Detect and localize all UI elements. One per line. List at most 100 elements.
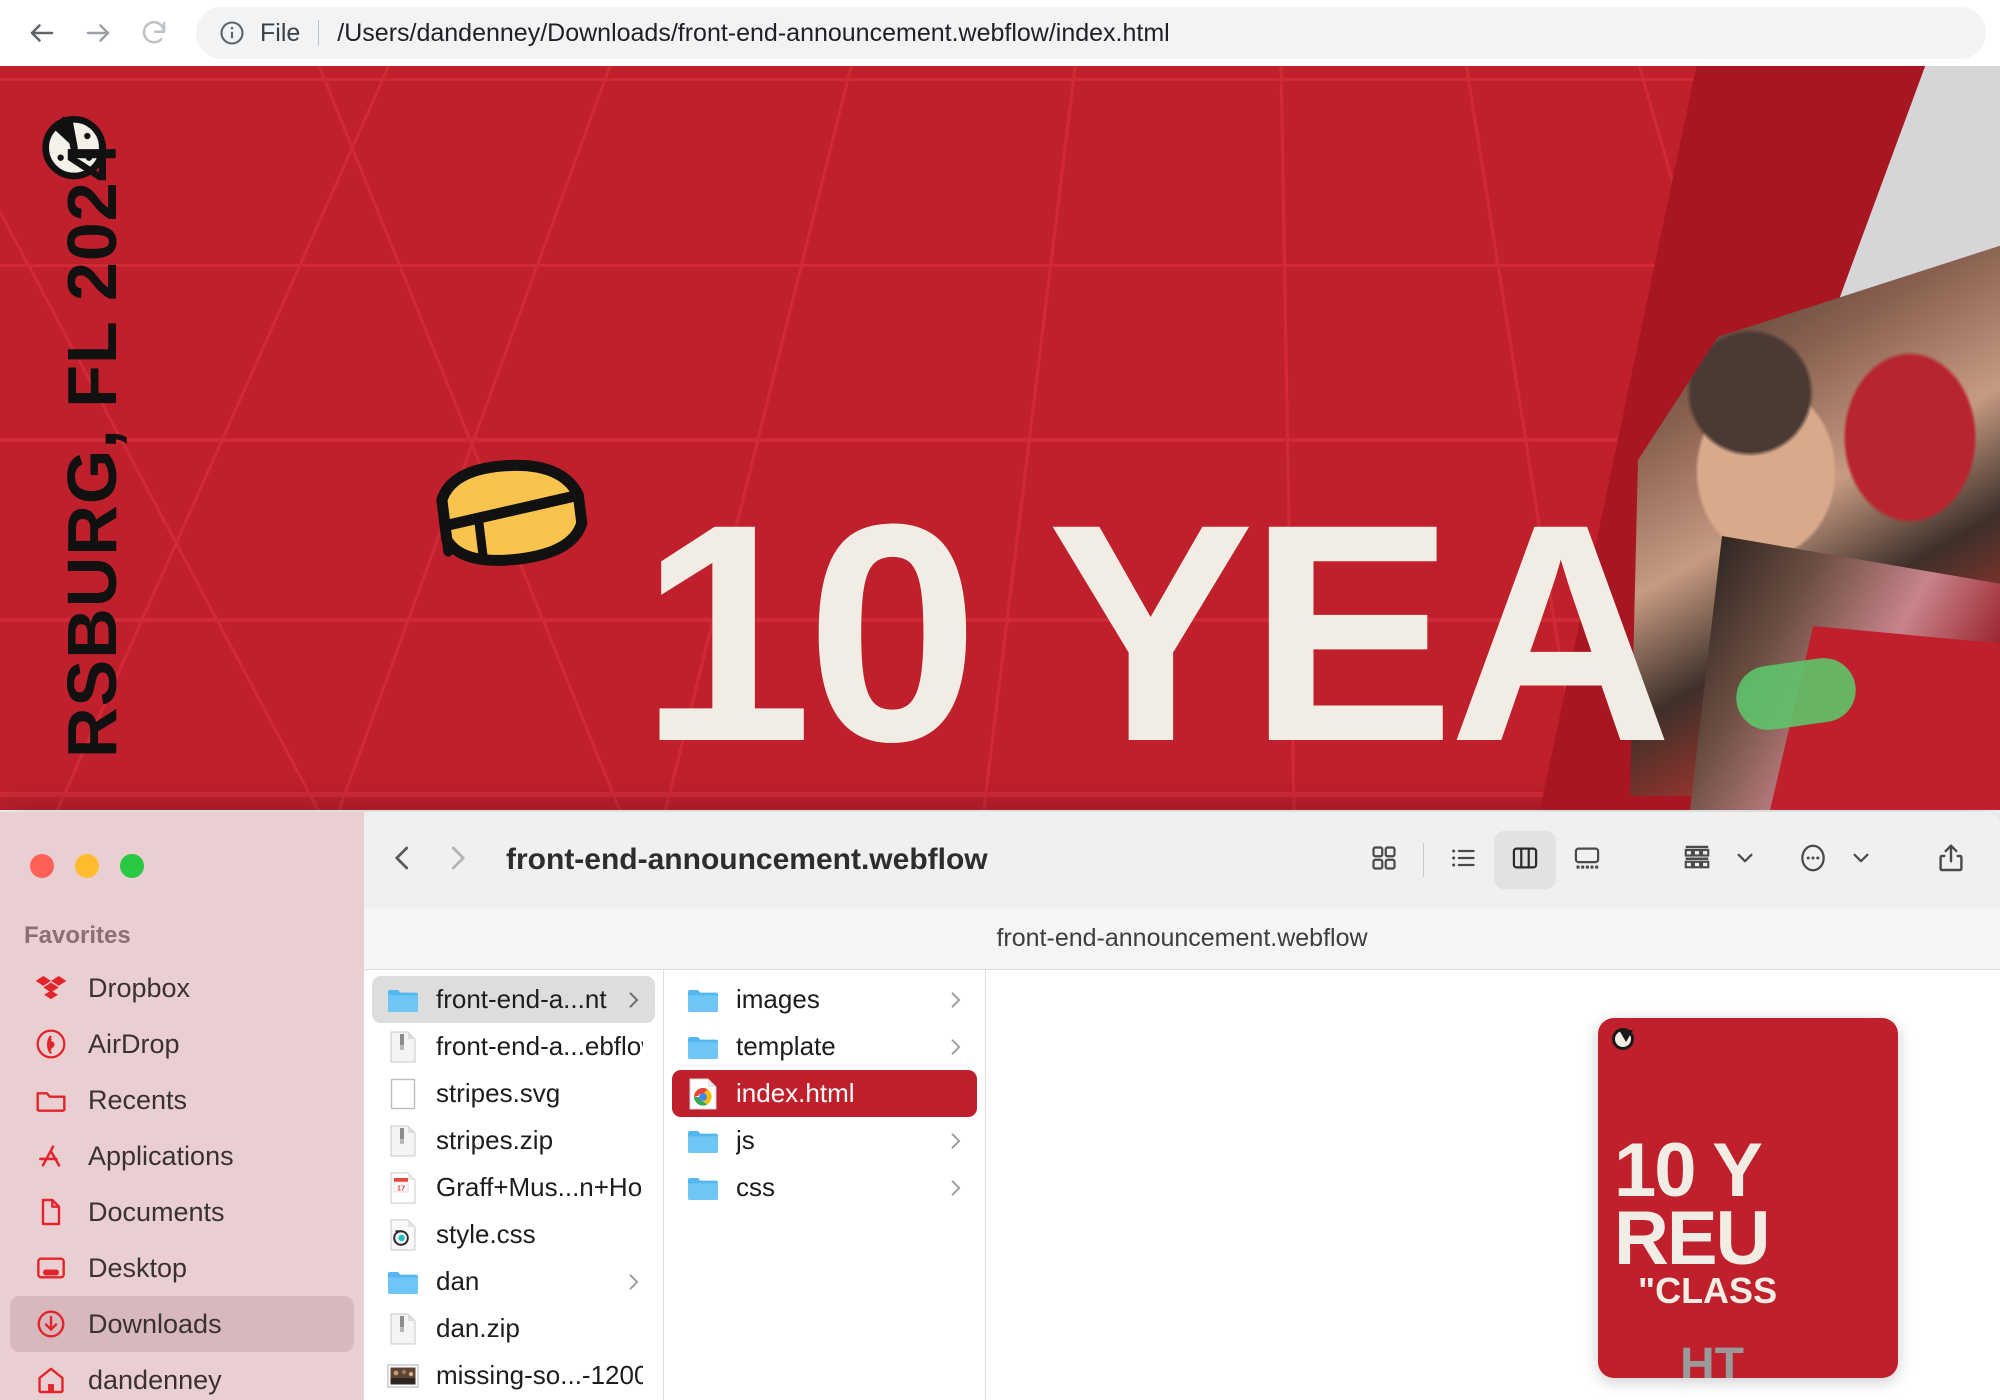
- folder-icon: [386, 1265, 420, 1299]
- list-item[interactable]: front-end-a...ebflow.zip: [372, 1023, 655, 1070]
- airdrop-icon: [34, 1027, 68, 1061]
- finder-path-bar: front-end-announcement.webflow: [364, 908, 2000, 970]
- folder-icon: [386, 983, 420, 1017]
- preview-line-4: HT: [1680, 1339, 1744, 1378]
- recents-folder-icon: [34, 1083, 68, 1117]
- more-actions-control[interactable]: [1786, 833, 1872, 887]
- chevron-right-icon: [945, 1131, 965, 1151]
- list-item[interactable]: front-end-a...nt.webflow: [372, 976, 655, 1023]
- chevron-down-icon[interactable]: [1734, 847, 1756, 874]
- list-item-label: js: [736, 1125, 755, 1155]
- finder-forward-button[interactable]: [430, 833, 484, 887]
- folder-icon: [686, 1124, 720, 1158]
- chevron-right-icon: [623, 990, 643, 1010]
- sidebar-item-documents[interactable]: Documents: [10, 1184, 354, 1240]
- preview-thumbnail: 10 Y REU "CLASS HT: [1598, 1018, 1898, 1378]
- list-item-label: index.html: [736, 1078, 855, 1108]
- omnibox-divider: [318, 20, 320, 46]
- hero-section: RSBURG, FL 2024 10 YEA: [0, 66, 2000, 810]
- maximize-window-button[interactable]: [120, 854, 144, 878]
- rewind-clock-icon: [1612, 1028, 1634, 1050]
- chevron-right-icon: [945, 990, 965, 1010]
- column-view-button[interactable]: [1494, 831, 1556, 889]
- url-scheme-label: File: [260, 18, 301, 47]
- folder-icon: [686, 1030, 720, 1064]
- sidebar-item-dandenney[interactable]: dandenney: [10, 1352, 354, 1400]
- list-item-label: front-end-a...nt.webflow: [436, 984, 607, 1014]
- reload-icon: [139, 18, 169, 48]
- back-arrow-icon: [27, 18, 57, 48]
- list-item[interactable]: images: [672, 976, 977, 1023]
- finder-column-webflow[interactable]: images template index.html js css: [664, 970, 986, 1400]
- finder-main: front-end-announcement.webflow front-end…: [364, 812, 2000, 1400]
- sidebar-list: Dropbox AirDrop Recents Applications Doc…: [0, 960, 364, 1400]
- list-item-label: css: [736, 1172, 775, 1202]
- ellipsis-circle-icon: [1797, 842, 1829, 879]
- forward-button[interactable]: [70, 5, 126, 61]
- zip-icon: [386, 1312, 420, 1346]
- sidebar-item-label: Dropbox: [88, 972, 191, 1003]
- home-icon: [34, 1363, 68, 1397]
- address-bar[interactable]: File /Users/dandenney/Downloads/front-en…: [196, 7, 1986, 59]
- sidebar-item-label: Applications: [88, 1140, 234, 1171]
- list-item-label: dan: [436, 1266, 480, 1296]
- list-item-label: stripes.zip: [436, 1125, 554, 1155]
- list-item-label: front-end-a...ebflow.zip: [436, 1031, 643, 1061]
- grid-icon: [1370, 844, 1398, 877]
- gallery-icon: [1573, 844, 1601, 877]
- group-by-control[interactable]: [1670, 833, 1756, 887]
- finder-back-button[interactable]: [376, 833, 430, 887]
- gallery-view-button[interactable]: [1556, 831, 1618, 889]
- list-item[interactable]: css: [672, 1164, 977, 1211]
- chevron-right-icon: [945, 1037, 965, 1057]
- finder-column-downloads[interactable]: front-end-a...nt.webflow fro: [364, 970, 664, 1400]
- list-item[interactable]: stripes.svg: [372, 1070, 655, 1117]
- list-item[interactable]: stripes.zip: [372, 1117, 655, 1164]
- list-item[interactable]: style.css: [372, 1211, 655, 1258]
- list-item-index-html[interactable]: index.html: [672, 1070, 977, 1117]
- list-item[interactable]: template: [672, 1023, 977, 1070]
- calendar-icon: 17: [386, 1171, 420, 1205]
- list-item[interactable]: missing-so...-1200.webp: [372, 1352, 655, 1399]
- finder-preview-pane: 10 Y REU "CLASS HT: [986, 970, 2000, 1400]
- document-icon: [34, 1195, 68, 1229]
- browser-toolbar: File /Users/dandenney/Downloads/front-en…: [0, 0, 2000, 66]
- list-item-label: stripes.svg: [436, 1078, 561, 1108]
- desktop-icon: [34, 1251, 68, 1285]
- chevron-down-icon[interactable]: [1850, 847, 1872, 874]
- reload-button[interactable]: [126, 5, 182, 61]
- list-item[interactable]: 17 Graff+Mus...n+House.ics: [372, 1164, 655, 1211]
- icon-view-button[interactable]: [1353, 831, 1415, 889]
- list-item[interactable]: dan.zip: [372, 1305, 655, 1352]
- sidebar-item-downloads[interactable]: Downloads: [10, 1296, 354, 1352]
- minimize-window-button[interactable]: [75, 854, 99, 878]
- forward-arrow-icon: [83, 18, 113, 48]
- back-button[interactable]: [14, 5, 70, 61]
- sidebar-item-dropbox[interactable]: Dropbox: [10, 960, 354, 1016]
- image-icon: [386, 1359, 420, 1393]
- list-view-button[interactable]: [1432, 831, 1494, 889]
- finder-toolbar: front-end-announcement.webflow: [364, 812, 2000, 908]
- list-item[interactable]: js: [672, 1117, 977, 1164]
- list-item[interactable]: dan: [372, 1258, 655, 1305]
- info-circle-icon[interactable]: [218, 19, 246, 47]
- sidebar-item-airdrop[interactable]: AirDrop: [10, 1016, 354, 1072]
- finder-sidebar: Favorites Dropbox AirDrop Recents Applic…: [0, 812, 364, 1400]
- preview-line-3: "CLASS: [1638, 1270, 1778, 1311]
- more-actions-button[interactable]: [1786, 833, 1840, 887]
- chevron-right-icon: [623, 1272, 643, 1292]
- cheese-wedge-icon: [418, 448, 598, 578]
- sidebar-item-label: Desktop: [88, 1252, 188, 1283]
- list-item-label: Graff+Mus...n+House.ics: [436, 1172, 643, 1202]
- sidebar-item-applications[interactable]: Applications: [10, 1128, 354, 1184]
- group-by-button[interactable]: [1670, 833, 1724, 887]
- hero-location-text: RSBURG, FL 2024: [53, 141, 131, 758]
- svg-icon: [386, 1077, 420, 1111]
- toolbar-divider: [1423, 843, 1424, 877]
- close-window-button[interactable]: [30, 854, 54, 878]
- share-button[interactable]: [1924, 833, 1978, 887]
- sidebar-item-desktop[interactable]: Desktop: [10, 1240, 354, 1296]
- sidebar-item-label: Recents: [88, 1084, 188, 1115]
- sidebar-item-label: dandenney: [88, 1364, 222, 1395]
- sidebar-item-recents[interactable]: Recents: [10, 1072, 354, 1128]
